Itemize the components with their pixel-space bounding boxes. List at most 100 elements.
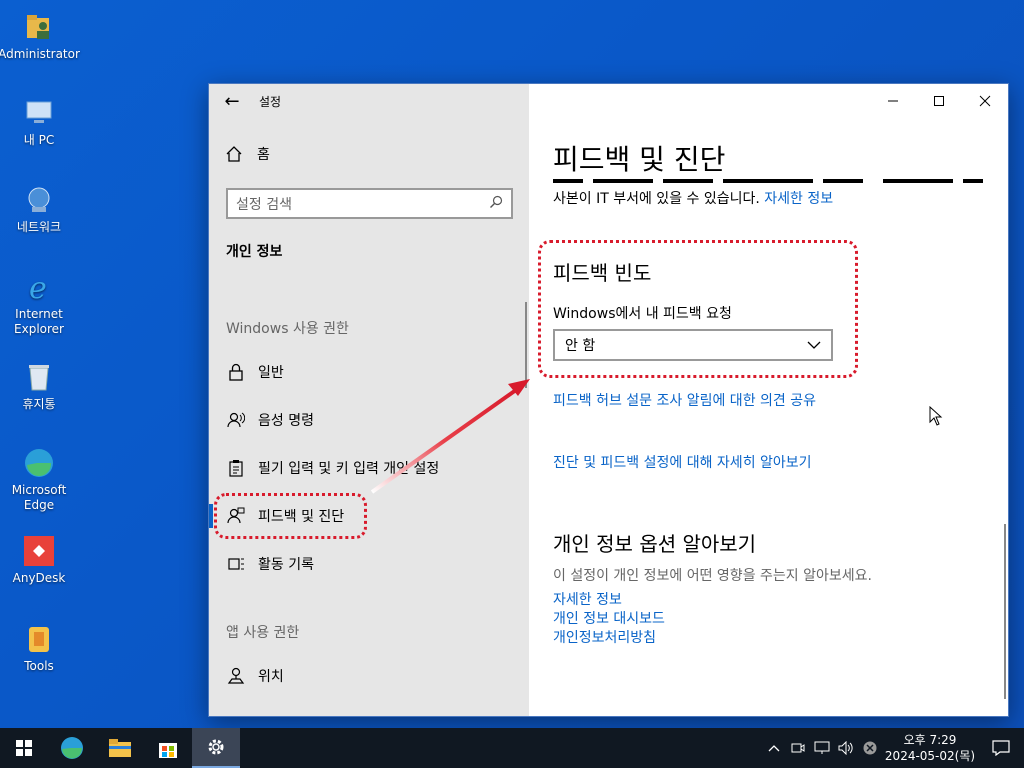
nav-home[interactable]: 홈 xyxy=(225,144,270,164)
desktop-icon-my-pc[interactable]: 내 PC xyxy=(0,96,78,148)
annotation-box-feedback-nav xyxy=(214,493,367,539)
annotation-box-feedback-frequency xyxy=(538,240,858,378)
windows-logo-icon xyxy=(16,740,32,756)
system-tray: 오후 7:29 2024-05-02(목) xyxy=(762,728,1024,768)
settings-search-input[interactable]: 설정 검색 xyxy=(226,188,513,219)
network-icon xyxy=(22,183,56,217)
sidebar-item-label: 일반 xyxy=(258,365,284,381)
settings-main-pane: 피드백 및 진단 사본이 IT 부서에 있을 수 있습니다. 자세한 정보 피드… xyxy=(529,84,1008,716)
privacy-link-dashboard[interactable]: 개인 정보 대시보드 xyxy=(553,608,665,628)
activity-history-icon xyxy=(226,554,246,574)
search-placeholder: 설정 검색 xyxy=(236,196,292,213)
privacy-options-heading: 개인 정보 옵션 알아보기 xyxy=(553,532,757,556)
notification-icon xyxy=(992,740,1010,756)
notification-center-button[interactable] xyxy=(978,740,1024,756)
volume-icon[interactable] xyxy=(834,741,858,755)
desktop-icon-internet-explorer[interactable]: e Internet Explorer xyxy=(0,270,78,337)
window-controls xyxy=(870,84,1008,118)
desktop-icon-label: AnyDesk xyxy=(12,571,66,585)
desktop-icon-administrator[interactable]: Administrator xyxy=(0,10,80,62)
intro-text-body: 사본이 IT 부서에 있을 수 있습니다. xyxy=(553,191,760,207)
back-arrow-icon: ← xyxy=(224,90,240,112)
group-label-windows: Windows 사용 권한 xyxy=(226,321,349,337)
svg-text:e: e xyxy=(29,271,47,303)
settings-window: ← 설정 홈 설정 검색 개인 정보 Windows 사용 권한 일반 음성 명… xyxy=(208,83,1009,717)
sidebar-item-label: 활동 기록 xyxy=(258,557,314,573)
title-bar: ← 설정 xyxy=(209,84,529,118)
sidebar-scrollbar[interactable] xyxy=(525,302,527,388)
desktop-icon-label: 휴지통 xyxy=(22,397,56,411)
taskbar-edge-button[interactable] xyxy=(48,728,96,768)
minimize-icon xyxy=(888,100,898,102)
nav-home-label: 홈 xyxy=(257,147,270,163)
desktop-icon-label: Internet Explorer xyxy=(14,307,64,336)
selection-indicator xyxy=(209,504,213,528)
minimize-button[interactable] xyxy=(870,84,916,118)
recycle-bin-icon xyxy=(22,360,56,394)
edge-icon xyxy=(22,446,56,480)
sidebar-item-location[interactable]: 위치 xyxy=(226,666,284,686)
desktop-icon-tools[interactable]: Tools xyxy=(0,622,78,674)
speech-icon xyxy=(226,410,246,430)
user-folder-icon xyxy=(22,10,56,44)
clipboard-pen-icon xyxy=(226,458,246,478)
maximize-icon xyxy=(934,96,944,106)
share-opinion-link[interactable]: 피드백 허브 설문 조사 알림에 대한 의견 공유 xyxy=(553,390,816,410)
desktop-icon-network[interactable]: 네트워크 xyxy=(0,183,78,235)
page-title: 피드백 및 진단 xyxy=(553,143,726,176)
taskbar-store-button[interactable] xyxy=(144,728,192,768)
internet-explorer-icon: e xyxy=(22,270,56,304)
group-label-apps: 앱 사용 권한 xyxy=(226,625,300,641)
sidebar-item-general[interactable]: 일반 xyxy=(226,362,284,382)
mouse-cursor-icon xyxy=(929,405,943,430)
tray-overflow-chevron-icon[interactable] xyxy=(762,744,786,752)
close-button[interactable] xyxy=(962,84,1008,118)
intro-text: 사본이 IT 부서에 있을 수 있습니다. 자세한 정보 xyxy=(553,188,833,208)
desktop-icon-recycle-bin[interactable]: 휴지통 xyxy=(0,360,78,412)
sidebar-item-label: 필기 입력 및 키 입력 개인 설정 xyxy=(258,461,440,477)
main-scrollbar[interactable] xyxy=(1004,524,1006,699)
sidebar-item-label: 음성 명령 xyxy=(258,413,314,429)
store-icon xyxy=(159,743,177,758)
sidebar-item-inking[interactable]: 필기 입력 및 키 입력 개인 설정 xyxy=(226,458,439,478)
computer-icon xyxy=(22,96,56,130)
sidebar-item-activity[interactable]: 활동 기록 xyxy=(226,554,314,574)
desktop-icon-label: Tools xyxy=(24,659,54,673)
back-button[interactable]: ← xyxy=(209,84,255,118)
close-icon xyxy=(979,95,991,107)
start-button[interactable] xyxy=(0,728,48,768)
taskbar-explorer-button[interactable] xyxy=(96,728,144,768)
intro-more-info-link[interactable]: 자세한 정보 xyxy=(764,191,833,207)
desktop-icon-edge[interactable]: Microsoft Edge xyxy=(0,446,78,513)
section-title: 개인 정보 xyxy=(226,244,283,260)
clipped-text-fragment xyxy=(553,174,993,184)
desktop-icon-label: 네트워크 xyxy=(16,220,62,234)
taskbar: 오후 7:29 2024-05-02(목) xyxy=(0,728,1024,768)
taskbar-settings-button[interactable] xyxy=(192,728,240,768)
maximize-button[interactable] xyxy=(916,84,962,118)
clock-date: 2024-05-02(목) xyxy=(884,749,976,763)
error-status-icon[interactable] xyxy=(858,741,882,755)
folder-icon xyxy=(109,739,131,757)
privacy-link-more-info[interactable]: 자세한 정보 xyxy=(553,589,622,609)
search-icon xyxy=(489,195,503,213)
meet-now-icon[interactable] xyxy=(786,741,810,755)
edge-icon xyxy=(61,737,83,759)
network-status-icon[interactable] xyxy=(810,741,834,755)
desktop-icon-label: Microsoft Edge xyxy=(11,483,67,512)
sidebar-item-speech[interactable]: 음성 명령 xyxy=(226,410,314,430)
settings-sidebar: ← 설정 홈 설정 검색 개인 정보 Windows 사용 권한 일반 음성 명… xyxy=(209,84,529,716)
anydesk-icon xyxy=(22,534,56,568)
clock-time: 오후 7:29 xyxy=(903,733,957,747)
tools-icon xyxy=(22,622,56,656)
desktop-icon-label: Administrator xyxy=(0,47,80,61)
taskbar-clock[interactable]: 오후 7:29 2024-05-02(목) xyxy=(882,732,978,764)
window-title: 설정 xyxy=(259,94,282,109)
learn-more-link[interactable]: 진단 및 피드백 설정에 대해 자세히 알아보기 xyxy=(553,452,812,472)
desktop-icon-label: 내 PC xyxy=(23,133,55,147)
location-icon xyxy=(226,666,246,686)
lock-icon xyxy=(226,362,246,382)
privacy-link-policy[interactable]: 개인정보처리방침 xyxy=(553,627,656,647)
sidebar-item-label: 위치 xyxy=(258,669,284,685)
desktop-icon-anydesk[interactable]: AnyDesk xyxy=(0,534,78,586)
